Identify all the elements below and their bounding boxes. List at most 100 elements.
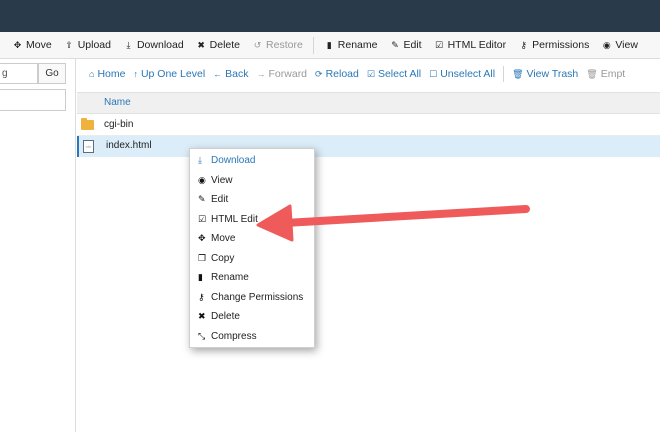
nav-unselect-all-label: Unselect All xyxy=(440,68,496,80)
context-change-permissions-label: Change Permissions xyxy=(211,291,304,303)
toolbar-permissions-label: Permissions xyxy=(532,39,590,51)
context-html-edit-item[interactable]: ☑ HTML Edit xyxy=(190,210,314,230)
toolbar-permissions-button[interactable]: ⚷ Permissions xyxy=(512,32,595,58)
context-move-label: Move xyxy=(211,233,236,245)
context-compress-label: Compress xyxy=(211,330,257,342)
toolbar-restore-label: Restore xyxy=(266,39,303,51)
toolbar-edit-button[interactable]: ✎ Edit xyxy=(384,32,428,58)
context-delete-label: Delete xyxy=(211,311,240,323)
compress-icon: ⤡ xyxy=(198,330,206,341)
toolbar-html-editor-button[interactable]: ☑ HTML Editor xyxy=(428,32,513,58)
nav-forward-label: Forward xyxy=(268,68,308,80)
toolbar-html-editor-label: HTML Editor xyxy=(447,39,507,51)
annotation-arrow-shaft xyxy=(281,205,530,227)
toolbar-edit-label: Edit xyxy=(403,39,422,51)
copy-icon: ❐ xyxy=(198,252,207,263)
nav-reload-label: Reload xyxy=(325,68,359,80)
toolbar-view-label: View xyxy=(615,39,638,51)
unselect-all-icon: ☐ xyxy=(429,68,438,79)
directory-tree[interactable] xyxy=(0,89,66,111)
nav-reload-button[interactable]: ⟳ Reload xyxy=(311,68,363,80)
toolbar-rename-button[interactable]: ▮ Rename xyxy=(318,32,384,58)
context-move-item[interactable]: ✥ Move xyxy=(190,229,314,249)
nav-view-trash-button[interactable]: 🗑 View Trash xyxy=(508,68,582,80)
html-file-icon: </> xyxy=(83,140,94,153)
toolbar-divider xyxy=(312,36,314,54)
file-context-menu: ⤓ Download ◉ View ✎ Edit ☑ HTML Edit ✥ Move ❐… xyxy=(189,148,315,348)
context-rename-item[interactable]: ▮ Rename xyxy=(190,268,314,288)
download-icon: ⤓ xyxy=(126,39,131,50)
top-header-bar xyxy=(0,0,660,32)
nav-home-button[interactable]: ⌂ Home xyxy=(85,68,129,80)
toolbar-upload-button[interactable]: ⇪ Upload xyxy=(58,32,117,58)
nav-unselect-all-button[interactable]: ☐ Unselect All xyxy=(425,68,499,80)
upload-icon: ⇪ xyxy=(65,39,73,50)
nav-up-label: Up One Level xyxy=(140,68,206,80)
file-row-index-html[interactable]: </> index.html xyxy=(77,136,660,157)
view-icon: ◉ xyxy=(602,39,611,50)
permissions-icon: ⚷ xyxy=(520,39,527,50)
go-button[interactable]: Go xyxy=(38,63,66,84)
directory-tree-panel: g Go xyxy=(0,59,76,432)
context-copy-item[interactable]: ❐ Copy xyxy=(190,249,314,269)
file-name: index.html xyxy=(106,140,152,151)
home-icon: ⌂ xyxy=(89,69,95,79)
view-icon: ◉ xyxy=(198,174,206,185)
trash-icon: 🗑 xyxy=(512,68,524,79)
nav-forward-button[interactable]: → Forward xyxy=(253,68,312,80)
toolbar-delete-button[interactable]: ✖ Delete xyxy=(190,32,246,58)
context-view-label: View xyxy=(211,174,233,186)
nav-up-one-level-button[interactable]: ↑ Up One Level xyxy=(129,68,209,80)
toolbar-download-button[interactable]: ⤓ Download xyxy=(117,32,190,58)
nav-divider xyxy=(503,66,505,82)
nav-select-all-button[interactable]: ☑ Select All xyxy=(363,68,425,80)
nav-back-button[interactable]: ← Back xyxy=(209,68,252,80)
context-edit-item[interactable]: ✎ Edit xyxy=(190,190,314,210)
up-level-icon: ↑ xyxy=(133,69,138,79)
toolbar-upload-label: Upload xyxy=(77,39,111,51)
toolbar-delete-label: Delete xyxy=(209,39,241,51)
context-view-item[interactable]: ◉ View xyxy=(190,171,314,191)
edit-icon: ✎ xyxy=(198,194,206,205)
rename-icon: ▮ xyxy=(198,272,203,283)
context-delete-item[interactable]: ✖ Delete xyxy=(190,307,314,327)
navigation-bar: ⌂ Home ↑ Up One Level ← Back → Forward ⟳ Relo… xyxy=(77,59,660,89)
path-go-row: g Go xyxy=(0,63,66,84)
nav-view-trash-label: View Trash xyxy=(526,68,579,80)
edit-icon: ✎ xyxy=(391,39,399,50)
toolbar-move-button[interactable]: ✥ Move xyxy=(6,32,58,58)
reload-icon: ⟳ xyxy=(315,68,323,79)
file-name: cgi-bin xyxy=(104,119,134,130)
toolbar-view-button[interactable]: ◉ View xyxy=(595,32,644,58)
context-download-label: Download xyxy=(211,155,256,167)
forward-icon: → xyxy=(256,69,266,79)
toolbar-restore-button[interactable]: ↺ Restore xyxy=(246,32,309,58)
move-icon: ✥ xyxy=(13,39,22,50)
select-all-icon: ☑ xyxy=(366,68,375,79)
rename-icon: ▮ xyxy=(326,39,332,50)
permissions-icon: ⚷ xyxy=(198,291,205,302)
file-toolbar: ✥ Move ⇪ Upload ⤓ Download ✖ Delete ↺ Restore… xyxy=(0,32,660,59)
toolbar-move-label: Move xyxy=(26,39,52,51)
name-column-header[interactable]: Name xyxy=(104,97,131,108)
html-edit-icon: ☑ xyxy=(198,213,207,224)
context-change-permissions-item[interactable]: ⚷ Change Permissions xyxy=(190,288,314,308)
download-icon: ⤓ xyxy=(198,155,202,166)
context-rename-label: Rename xyxy=(211,272,249,284)
context-compress-item[interactable]: ⤡ Compress xyxy=(190,327,314,347)
nav-empty-trash-button[interactable]: 🗑 Empt xyxy=(582,68,629,80)
context-download-item[interactable]: ⤓ Download xyxy=(190,151,314,171)
nav-home-label: Home xyxy=(97,68,126,80)
back-icon: ← xyxy=(213,69,223,79)
html-editor-icon: ☑ xyxy=(435,39,444,50)
nav-back-label: Back xyxy=(225,68,249,80)
delete-icon: ✖ xyxy=(198,311,206,322)
folder-icon xyxy=(81,118,94,130)
nav-empty-trash-label: Empt xyxy=(600,68,626,80)
path-input[interactable]: g xyxy=(0,63,38,84)
delete-icon: ✖ xyxy=(197,39,205,50)
move-icon: ✥ xyxy=(198,233,206,244)
file-list-header: Name xyxy=(77,92,660,114)
context-edit-label: Edit xyxy=(211,194,229,206)
file-row-cgi-bin[interactable]: cgi-bin xyxy=(77,115,660,136)
